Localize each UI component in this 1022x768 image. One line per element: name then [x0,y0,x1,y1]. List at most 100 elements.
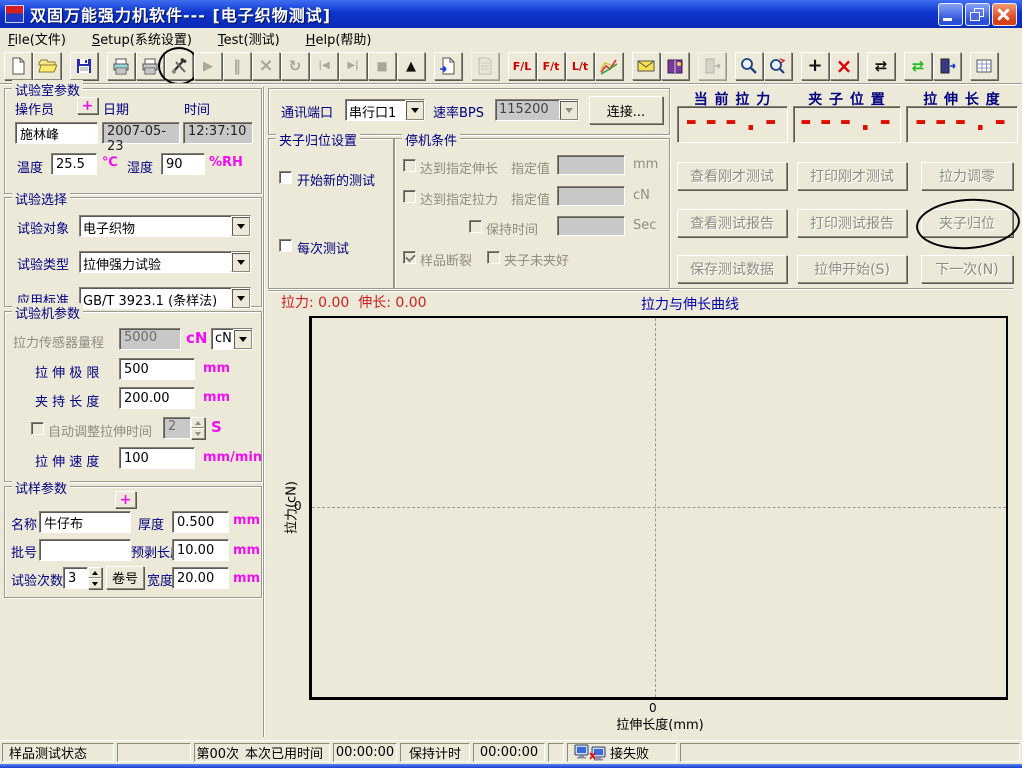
comm-port-select[interactable]: 串行口1 [345,99,425,121]
minimize-button[interactable] [938,3,963,26]
curve-ft-button[interactable]: F/t [537,52,565,80]
menu-test[interactable]: Test(测试) [218,29,280,48]
chart-x-tick: 0 [649,701,657,715]
chevron-down-icon[interactable] [231,216,250,236]
roll-number-button[interactable]: 卷号 [106,566,144,589]
add-sample-button[interactable]: + [115,491,136,508]
peel-length-input[interactable] [172,539,229,561]
batch-input[interactable] [39,539,131,561]
thickness-unit: mm [233,513,260,528]
temperature-label: 温度 [17,157,43,176]
save-data-button[interactable]: 保存测试数据 [677,255,787,283]
tensile-limit-input[interactable] [119,358,195,380]
sample-params-group: 试样参数 + 名称 厚度 mm 批号 预剥长度 mm 试验次数 卷号 宽度 mm [4,486,262,598]
force-checkbox[interactable] [403,190,416,203]
save-button[interactable] [70,52,98,80]
export-data-button[interactable] [434,52,462,80]
humidity-input[interactable] [161,153,205,175]
hold-time-checkbox[interactable] [469,220,482,233]
zoom-reset-button[interactable] [764,52,792,80]
close-button[interactable] [992,3,1017,26]
menu-setup[interactable]: Setup(系统设置) [92,29,192,48]
batch-label: 批号 [11,542,37,561]
elongation-value-field [557,155,625,175]
add-operator-button[interactable]: + [77,97,98,114]
menu-help[interactable]: Help(帮助) [306,29,372,48]
test-type-select[interactable]: 拉伸强力试验 [79,251,251,273]
speed-input[interactable] [119,447,195,469]
chevron-down-icon[interactable] [233,329,252,349]
open-file-button[interactable] [33,52,61,80]
sample-break-checkbox[interactable] [403,251,416,264]
add-button[interactable]: + [801,52,829,80]
transfer-button[interactable]: ⇄ [904,52,932,80]
curve-lt-button[interactable]: L/t [566,52,594,80]
chevron-down-icon[interactable] [231,252,250,272]
title-bar: 双固万能强力机软件--- [电子织物测试] [0,0,1022,28]
new-test-checkbox[interactable] [279,171,292,184]
chevron-down-icon [559,100,578,120]
raise-button[interactable]: ▲ [397,52,425,80]
current-force-display: ---.- [677,106,788,143]
thickness-input[interactable] [172,511,229,533]
width-input[interactable] [172,567,229,589]
view-report-button[interactable]: 查看测试报告 [677,209,787,237]
new-file-button[interactable] [4,52,32,80]
zero-length-gridline [655,318,656,697]
print-last-test-button[interactable]: 打印刚才测试 [797,162,907,190]
delete-button[interactable]: × [830,52,858,80]
chevron-down-icon[interactable] [231,288,250,308]
mail-button[interactable] [632,52,660,80]
grid-button[interactable] [970,52,998,80]
view-last-test-button[interactable]: 查看刚才测试 [677,162,787,190]
swap-button[interactable]: ⇄ [867,52,895,80]
start-stretch-button[interactable]: 拉伸开始(S) [797,255,907,283]
connect-button[interactable]: 连接... [589,96,663,124]
grip-length-input[interactable] [119,387,195,409]
lab-params-group: 试验室参数 操作员 + 日期 时间 2007-05-23 12:37:10 温度… [4,88,262,194]
save-icon [74,56,94,76]
zero-force-button[interactable]: 拉力调零 [921,162,1013,190]
speed-label: 拉 伸 速 度 [35,451,99,470]
status-elapsed-time: 00:00:00 [333,743,397,762]
status-bar: 样品测试状态 第00次本次已用时间 00:00:00 保持计时 00:00:00… [0,740,1022,764]
machine-params-group: 试验机参数 拉力传感器量程 5000 cN cN 拉 伸 极 限 mm 夹 持 … [4,311,262,482]
menu-file[interactable]: File(文件) [8,29,66,48]
status-empty [117,743,191,762]
restore-button[interactable] [965,3,990,26]
force-elongation-readout: 拉力: 0.00 伸长: 0.00 [281,292,427,312]
status-empty-2 [548,743,564,762]
group-title: 试样参数 [12,478,70,497]
date-field: 2007-05-23 [102,122,180,144]
operator-input[interactable] [15,122,98,144]
thickness-label: 厚度 [138,514,164,533]
each-test-checkbox[interactable] [279,239,292,252]
clamp-home-button[interactable]: 夹子归位 [921,209,1013,237]
elongation-checkbox[interactable] [403,159,416,172]
clamp-loose-checkbox[interactable] [487,251,500,264]
sensor-range-field: 5000 [119,328,181,350]
zoom-button[interactable] [735,52,763,80]
print-preview-button[interactable] [107,52,135,80]
elongation-unit: mm [633,157,658,172]
next-test-button[interactable]: 下一次(N) [921,255,1013,283]
auto-adjust-checkbox[interactable] [31,422,44,435]
curve-color-button[interactable] [595,52,623,80]
help-book-button[interactable] [661,52,689,80]
curve-fl-button[interactable]: F/L [508,52,536,80]
auto-adjust-spinner[interactable] [191,417,205,439]
standard-select[interactable]: GB/T 3923.1 (条样法) [79,287,251,309]
test-count-input[interactable] [63,567,88,589]
chevron-down-icon[interactable] [405,100,424,120]
test-object-select[interactable]: 电子织物 [79,215,251,237]
exit-app-button[interactable] [933,52,961,80]
sensor-unit-select[interactable]: cN [211,328,253,350]
print-report-button[interactable]: 打印测试报告 [797,209,907,237]
test-count-spinner[interactable] [88,567,102,589]
force-unit: cN [633,188,650,203]
system-settings-button[interactable] [165,52,193,80]
print-button[interactable] [136,52,164,80]
temperature-input[interactable] [51,153,97,175]
sample-name-label: 名称 [11,514,37,533]
sample-name-input[interactable] [39,511,131,533]
